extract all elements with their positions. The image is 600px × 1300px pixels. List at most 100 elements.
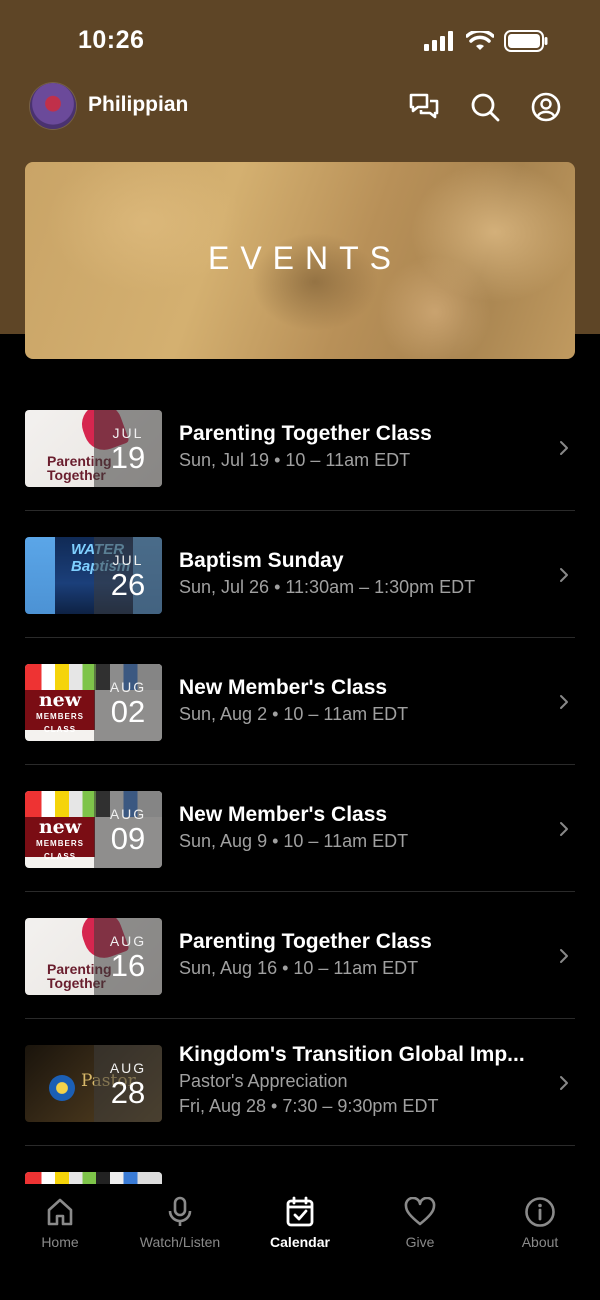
chevron-right-icon <box>560 695 568 709</box>
event-thumbnail: Parenting Together AUG 16 <box>25 918 162 995</box>
tab-about[interactable]: About <box>480 1194 600 1264</box>
thumbnail-subcaption: MEMBERS CLASS <box>36 712 84 734</box>
welcome-strip-graphic <box>25 1172 162 1184</box>
chevron-right-icon <box>560 1076 568 1090</box>
event-month: AUG <box>109 1060 147 1076</box>
tab-label: Give <box>405 1234 435 1250</box>
thumbnail-caption: new <box>38 816 82 838</box>
date-overlay: AUG 09 <box>94 791 162 868</box>
events-banner: EVENTS <box>25 162 575 359</box>
event-day: 16 <box>110 948 146 983</box>
chevron-right-icon <box>560 441 568 455</box>
chevron-right-icon <box>560 822 568 836</box>
status-time: 10:26 <box>78 26 145 54</box>
heart-icon <box>404 1197 436 1226</box>
event-month: AUG <box>109 806 147 822</box>
event-thumbnail: Pastor AUG 28 <box>25 1045 162 1122</box>
messages-button[interactable] <box>407 90 441 124</box>
chevron-right-icon <box>560 949 568 963</box>
event-row[interactable]: Parenting Together JUL 19 Parenting Toge… <box>25 384 575 511</box>
event-row[interactable]: Parenting Together AUG 16 Parenting Toge… <box>25 892 575 1019</box>
event-title: Parenting Together Class <box>179 930 432 953</box>
tab-home[interactable]: Home <box>0 1194 120 1264</box>
event-title: Kingdom's Transition Global Imp... <box>179 1043 525 1066</box>
event-datetime: Sun, Jul 26 • 11:30am – 1:30pm EDT <box>179 577 476 597</box>
date-overlay: JUL 26 <box>94 537 162 614</box>
event-row[interactable]: Pastor AUG 28 Kingdom's Transition Globa… <box>25 1019 575 1146</box>
event-datetime: Sun, Aug 16 • 10 – 11am EDT <box>179 958 419 978</box>
date-overlay: AUG 16 <box>94 918 162 995</box>
date-overlay: JUL 19 <box>94 410 162 487</box>
event-title: Baptism Sunday <box>179 549 344 572</box>
thumbnail-subcaption: MEMBERS CLASS <box>36 839 84 861</box>
event-thumbnail: new MEMBERS CLASS AUG 09 <box>25 791 162 868</box>
thumbnail-caption: new <box>38 689 82 711</box>
home-icon <box>47 1198 73 1226</box>
search-icon <box>471 93 500 122</box>
tab-label: About <box>521 1234 559 1250</box>
banner-title: EVENTS <box>207 240 403 276</box>
new-members-graphic: new MEMBERS CLASS <box>25 816 95 861</box>
search-button[interactable] <box>468 90 502 124</box>
chevron-right-icon <box>560 568 568 582</box>
event-title: Parenting Together Class <box>179 422 432 445</box>
tab-calendar[interactable]: Calendar <box>240 1194 360 1264</box>
event-text: Baptism Sunday Sun, Jul 26 • 11:30am – 1… <box>179 549 545 598</box>
tab-label: Watch/Listen <box>139 1234 221 1250</box>
event-row[interactable]: new MEMBERS CLASS AUG 02 New Member's Cl… <box>25 638 575 765</box>
event-subtitle: Pastor's Appreciation <box>179 1071 348 1091</box>
event-title: New Member's Class <box>179 803 388 826</box>
event-day: 02 <box>110 694 146 729</box>
event-text: Parenting Together Class Sun, Aug 16 • 1… <box>179 930 545 979</box>
user-profile-icon <box>531 92 561 122</box>
event-image <box>25 1172 162 1184</box>
event-datetime: Sun, Aug 2 • 10 – 11am EDT <box>179 704 409 724</box>
event-text: New Member's Class Sun, Aug 2 • 10 – 11a… <box>179 676 545 725</box>
wifi-icon <box>466 31 494 50</box>
profile-button[interactable] <box>529 90 563 124</box>
event-text: Kingdom's Transition Global Imp... Pasto… <box>179 1043 545 1117</box>
tab-watch-listen[interactable]: Watch/Listen <box>120 1194 240 1264</box>
event-thumbnail: Parenting Together JUL 19 <box>25 410 162 487</box>
event-month: AUG <box>109 933 147 949</box>
event-text: New Member's Class Sun, Aug 9 • 10 – 11a… <box>179 803 545 852</box>
event-row[interactable]: new MEMBERS CLASS AUG 09 New Member's Cl… <box>25 765 575 892</box>
event-day: 19 <box>110 440 146 475</box>
status-icons <box>424 30 548 52</box>
event-text: Parenting Together Class Sun, Jul 19 • 1… <box>179 422 545 471</box>
cellular-signal-icon <box>424 31 453 51</box>
seal-graphic <box>49 1075 75 1101</box>
app-header: Philippian <box>0 80 600 134</box>
event-datetime: Sun, Aug 9 • 10 – 11am EDT <box>179 831 409 851</box>
new-members-graphic: new MEMBERS CLASS <box>25 689 95 734</box>
date-overlay: AUG 28 <box>94 1045 162 1122</box>
bottom-tab-bar: Home Watch/Listen Calendar Give About <box>0 1184 600 1300</box>
chat-bubbles-icon <box>409 93 439 119</box>
tab-label: Home <box>41 1234 79 1250</box>
battery-icon <box>504 30 548 52</box>
event-month: JUL <box>112 552 144 568</box>
church-logo[interactable] <box>30 83 76 129</box>
date-overlay: AUG 02 <box>94 664 162 741</box>
event-list: Parenting Together JUL 19 Parenting Toge… <box>25 384 575 1184</box>
tab-label: Calendar <box>270 1234 330 1250</box>
event-thumbnail: WATER Baptism JUL 26 <box>25 537 162 614</box>
microphone-icon <box>168 1196 192 1226</box>
status-bar: 10:26 <box>0 0 600 80</box>
info-icon <box>525 1197 555 1227</box>
church-name[interactable]: Philippian <box>88 93 188 117</box>
event-datetime: Sun, Jul 19 • 10 – 11am EDT <box>179 450 411 470</box>
event-day: 09 <box>110 821 146 856</box>
event-row[interactable]: WATER Baptism JUL 26 Baptism Sunday Sun,… <box>25 511 575 638</box>
event-day: 26 <box>110 567 146 602</box>
event-thumbnail <box>25 1172 162 1184</box>
event-datetime: Fri, Aug 28 • 7:30 – 9:30pm EDT <box>179 1096 439 1116</box>
event-month: JUL <box>112 425 144 441</box>
event-day: 28 <box>110 1075 146 1110</box>
calendar-icon <box>286 1196 314 1227</box>
event-title: New Member's Class <box>179 676 388 699</box>
event-thumbnail: new MEMBERS CLASS AUG 02 <box>25 664 162 741</box>
event-month: AUG <box>109 679 147 695</box>
tab-give[interactable]: Give <box>360 1194 480 1264</box>
event-row[interactable] <box>25 1146 575 1184</box>
